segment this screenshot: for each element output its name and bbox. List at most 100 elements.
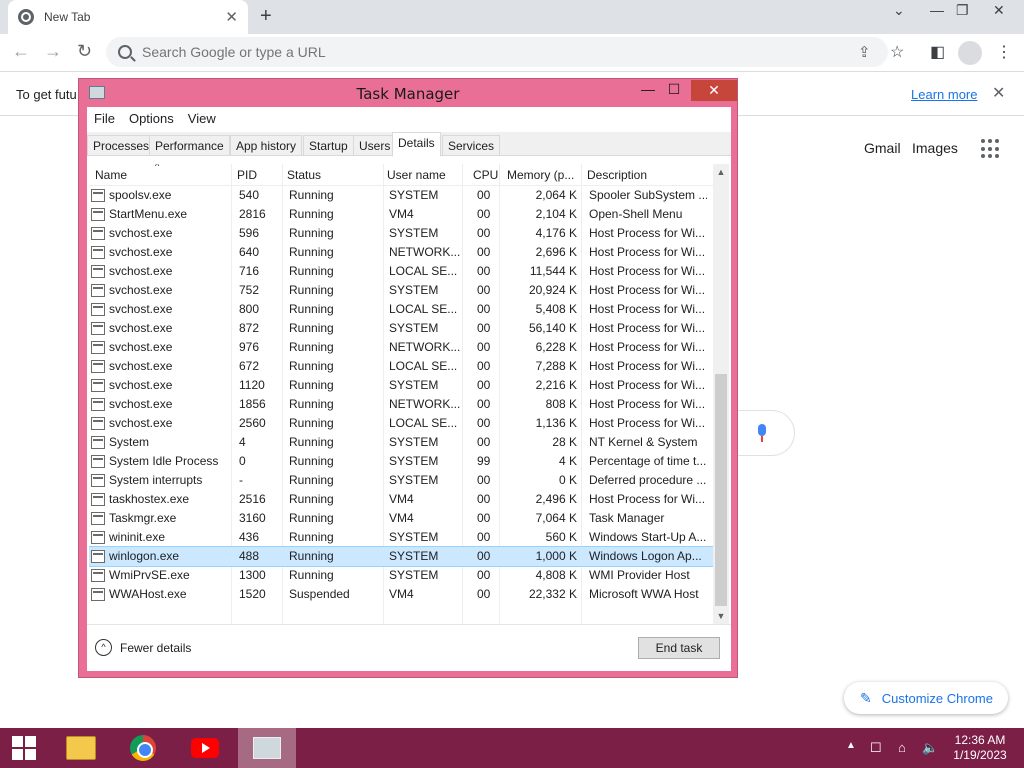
table-scrollbar[interactable]: ▲ ▼ <box>713 164 729 624</box>
omnibox-input[interactable] <box>142 44 742 60</box>
tab-performance[interactable]: Performance <box>149 135 230 156</box>
table-row[interactable]: svchost.exe 672 Running LOCAL SE... 00 7,288 … <box>89 357 713 376</box>
col-cpu[interactable]: CPU <box>473 168 498 182</box>
col-pid[interactable]: PID <box>237 168 257 182</box>
table-row[interactable]: svchost.exe 872 Running SYSTEM 00 56,140 K Hos… <box>89 319 713 338</box>
table-row[interactable]: spoolsv.exe 540 Running SYSTEM 00 2,064 K Spoo… <box>89 186 713 205</box>
forward-icon[interactable]: → <box>44 41 62 62</box>
table-row[interactable]: svchost.exe 716 Running LOCAL SE... 00 11,544… <box>89 262 713 281</box>
sort-ascending-icon: ^ <box>155 164 160 171</box>
table-row[interactable]: svchost.exe 2560 Running LOCAL SE... 00 1,136… <box>89 414 713 433</box>
menu-view[interactable]: View <box>181 107 223 129</box>
table-row[interactable]: WWAHost.exe 1520 Suspended VM4 00 22,332 K Mic… <box>89 585 713 604</box>
tm-close-icon[interactable]: ✕ <box>691 80 737 101</box>
table-row[interactable]: System Idle Process 0 Running SYSTEM 99 4 K Pe… <box>89 452 713 471</box>
table-row[interactable]: svchost.exe 1120 Running SYSTEM 00 2,216 K Hos… <box>89 376 713 395</box>
tab-details[interactable]: Details <box>392 132 441 157</box>
table-row[interactable]: svchost.exe 752 Running SYSTEM 00 20,924 K Hos… <box>89 281 713 300</box>
process-icon <box>91 417 105 430</box>
process-name-cell: StartMenu.exe <box>109 207 188 221</box>
share-icon[interactable]: ⇪ <box>858 43 871 61</box>
status-cell: Running <box>289 264 334 278</box>
menu-file[interactable]: File <box>87 107 122 129</box>
tm-maximize-icon[interactable]: ☐ <box>661 81 687 98</box>
fewer-details-button[interactable]: ^ Fewer details <box>95 639 191 656</box>
google-apps-icon[interactable] <box>981 139 1001 159</box>
tab-app-history[interactable]: App history <box>230 135 303 156</box>
back-icon[interactable]: ← <box>12 41 30 62</box>
chrome-taskbar-button[interactable] <box>114 728 172 768</box>
tab-startup[interactable]: Startup <box>303 135 354 156</box>
table-row[interactable]: System 4 Running SYSTEM 00 28 K NT Kernel & Sy… <box>89 433 713 452</box>
gmail-link[interactable]: Gmail <box>864 140 901 156</box>
status-cell: Running <box>289 283 334 297</box>
profile-avatar[interactable] <box>958 41 982 65</box>
process-icon <box>91 246 105 259</box>
col-name[interactable]: Name <box>95 168 127 182</box>
process-name-cell: svchost.exe <box>109 264 173 278</box>
menu-kebab-icon[interactable]: ⋮ <box>996 42 1012 62</box>
table-row[interactable]: StartMenu.exe 2816 Running VM4 00 2,104 K Open… <box>89 205 713 224</box>
action-center-icon[interactable]: ☐ <box>870 740 882 756</box>
col-memory[interactable]: Memory (p... <box>507 168 574 182</box>
table-row[interactable]: wininit.exe 436 Running SYSTEM 00 560 K Window… <box>89 528 713 547</box>
window-close-icon[interactable]: ✕ <box>993 2 1005 19</box>
pid-cell: 2516 <box>239 492 266 506</box>
scroll-up-icon[interactable]: ▲ <box>713 164 729 180</box>
task-manager-taskbar-button[interactable] <box>238 728 296 768</box>
scroll-thumb[interactable] <box>715 374 727 606</box>
process-name-cell: System interrupts <box>109 473 203 487</box>
table-row[interactable]: winlogon.exe 488 Running SYSTEM 00 1,000 K Win… <box>89 546 714 567</box>
volume-icon[interactable]: 🔈 <box>922 740 938 756</box>
tm-minimize-icon[interactable]: — <box>635 81 661 97</box>
side-panel-icon[interactable]: ◧ <box>930 42 945 62</box>
tab-services[interactable]: Services <box>442 135 501 156</box>
learn-more-link[interactable]: Learn more <box>911 87 977 102</box>
tab-search-icon[interactable]: ⌄ <box>893 2 905 19</box>
table-row[interactable]: svchost.exe 976 Running NETWORK... 00 6,228 K… <box>89 338 713 357</box>
cpu-cell: 00 <box>477 416 491 430</box>
network-icon[interactable]: ⌂ <box>898 740 906 755</box>
col-description[interactable]: Description <box>587 168 647 182</box>
col-user[interactable]: User name <box>387 168 446 182</box>
description-cell: Percentage of time t... <box>589 454 707 468</box>
tab-close-icon[interactable]: ✕ <box>225 8 238 26</box>
tab-new-tab[interactable]: New Tab ✕ <box>8 0 248 34</box>
show-hidden-icons[interactable]: ▲ <box>846 740 856 751</box>
end-task-button[interactable]: End task <box>638 637 720 659</box>
table-row[interactable]: svchost.exe 1856 Running NETWORK... 00 808 K H… <box>89 395 713 414</box>
scroll-down-icon[interactable]: ▼ <box>713 608 729 624</box>
menu-options[interactable]: Options <box>122 107 181 129</box>
table-row[interactable]: System interrupts - Running SYSTEM 00 0 K Defe… <box>89 471 713 490</box>
description-cell: Host Process for Wi... <box>589 378 706 392</box>
reload-icon[interactable]: ↻ <box>77 41 92 62</box>
tab-processes[interactable]: Processes <box>87 135 156 156</box>
taskbar-clock[interactable]: 12:36 AM 1/19/2023 <box>944 733 1016 763</box>
table-row[interactable]: Taskmgr.exe 3160 Running VM4 00 7,064 K Task M… <box>89 509 713 528</box>
table-row[interactable]: svchost.exe 640 Running NETWORK... 00 2,696 K… <box>89 243 713 262</box>
voice-search-icon[interactable] <box>755 424 769 442</box>
col-status[interactable]: Status <box>287 168 321 182</box>
start-button[interactable] <box>0 728 48 768</box>
youtube-taskbar-button[interactable] <box>176 728 234 768</box>
file-explorer-button[interactable] <box>52 728 110 768</box>
table-row[interactable]: taskhostex.exe 2516 Running VM4 00 2,496 K Hos… <box>89 490 713 509</box>
description-cell: Task Manager <box>589 511 665 525</box>
omnibox[interactable]: ⇪ <box>106 37 888 67</box>
infobar-close-icon[interactable]: ✕ <box>992 83 1005 103</box>
description-cell: Host Process for Wi... <box>589 321 706 335</box>
status-cell: Running <box>289 492 334 506</box>
table-row[interactable]: WmiPrvSE.exe 1300 Running SYSTEM 00 4,808 K WM… <box>89 566 713 585</box>
customize-chrome-button[interactable]: ✎ Customize Chrome <box>844 682 1008 714</box>
tab-users[interactable]: Users <box>353 135 397 156</box>
bookmark-star-icon[interactable]: ☆ <box>890 42 904 62</box>
task-manager-titlebar[interactable]: Task Manager — ☐ ✕ <box>79 79 737 105</box>
restore-icon[interactable]: ❐ <box>956 2 969 19</box>
table-row[interactable]: svchost.exe 596 Running SYSTEM 00 4,176 K Host… <box>89 224 713 243</box>
table-row[interactable]: svchost.exe 800 Running LOCAL SE... 00 5,408 … <box>89 300 713 319</box>
new-tab-button[interactable]: + <box>260 5 272 28</box>
images-link[interactable]: Images <box>912 140 958 156</box>
minimize-icon[interactable]: — <box>930 2 944 18</box>
cpu-cell: 00 <box>477 245 491 259</box>
process-name-cell: svchost.exe <box>109 340 173 354</box>
